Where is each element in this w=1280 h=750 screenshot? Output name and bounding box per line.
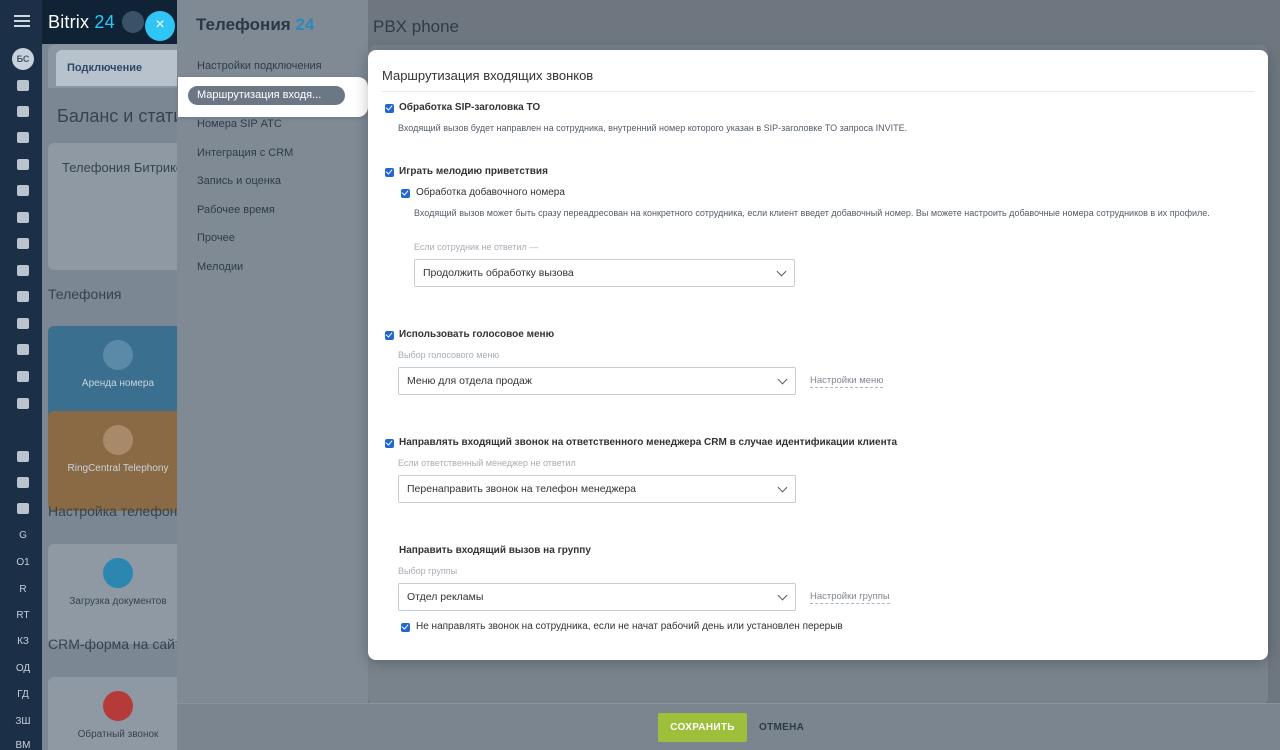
cancel-button[interactable]: ОТМЕНА [759,713,804,742]
target-icon[interactable] [17,106,29,117]
ivr-select[interactable]: Меню для отдела продаж [398,367,796,395]
chevron-down-icon [777,482,788,493]
extension-checkbox[interactable] [401,189,410,198]
close-slider-button[interactable]: × [145,11,175,41]
puzzle-icon[interactable] [17,159,29,170]
sip-header-checkbox[interactable] [385,104,394,113]
group-select-label: Выбор группы [398,566,458,576]
ivr-checkbox[interactable] [385,331,394,340]
settings-title: Телефония 24 [196,15,315,34]
tasks-icon[interactable] [17,185,29,196]
nav-melodies[interactable]: Мелодии [197,261,243,273]
routing-card: Маршрутизация входящих звонков Обработка… [368,50,1268,660]
sip-header-hint: Входящий вызов будет направлен на сотруд… [398,123,908,133]
contacts-icon[interactable] [17,371,29,382]
rail-group-g[interactable]: G [0,530,46,541]
home-icon[interactable] [17,80,29,91]
ivr-select-label: Выбор голосового меню [398,350,500,360]
nav-work-time[interactable]: Рабочее время [197,204,275,216]
rail-group-rt[interactable]: RT [0,610,46,621]
rail-group-vm[interactable]: ВМ [0,740,46,750]
tab-connection: Подключение [56,50,182,86]
avatar[interactable]: БС [12,48,34,70]
box-icon[interactable] [17,451,29,462]
rail-group-o1[interactable]: О1 [0,557,46,568]
save-button[interactable]: СОХРАНИТЬ [658,713,747,742]
rail-group-zsh[interactable]: ЗШ [0,716,46,727]
chevron-down-icon [776,266,787,277]
chat-icon[interactable] [17,212,29,223]
group-select[interactable]: Отдел рекламы [398,583,796,611]
market-icon[interactable] [17,477,29,488]
skip-break-label: Не направлять звонок на сотрудника, если… [416,621,843,632]
card-title: Маршрутизация входящих звонков [382,68,594,83]
cube-icon [103,425,133,455]
nav-recording[interactable]: Запись и оценка [197,175,281,187]
page-heading: PBX phone [373,17,460,36]
group-settings-link[interactable]: Настройки группы [810,591,890,604]
background-section-crm: CRM-форма на сайте [48,636,189,652]
robot-icon[interactable] [17,398,29,409]
users-icon[interactable] [17,344,29,355]
mail-icon[interactable] [17,318,29,329]
ivr-label: Использовать голосовое меню [399,329,555,340]
phone-icon [103,340,133,370]
cart-icon[interactable] [17,132,29,143]
nav-sip-numbers[interactable]: Номера SIP АТС [197,118,282,130]
tile-callback: Обратный звонок [48,677,182,750]
nav-routing[interactable]: Маршрутизация входя... [188,86,345,105]
extension-hint: Входящий вызов может быть сразу переадре… [414,208,1210,218]
tile-ringcentral: RingCentral Telephony [48,411,182,511]
calendar-icon[interactable] [17,238,29,249]
rail-group-r[interactable]: R [0,584,46,595]
ivr-settings-link[interactable]: Настройки меню [810,375,884,388]
chevron-down-icon [777,374,788,385]
document-icon[interactable] [17,265,29,276]
greeting-checkbox[interactable] [385,168,394,177]
code-icon[interactable] [17,503,29,514]
crm-manager-checkbox[interactable] [385,439,394,448]
rail-group-gd[interactable]: ГД [0,689,46,700]
drive-icon[interactable] [17,291,29,302]
extension-label: Обработка добавочного номера [416,187,565,198]
crm-manager-select-label: Если ответственный менеджер не ответил [398,458,576,468]
no-answer-select[interactable]: Продолжить обработку вызова [414,259,795,287]
tile-upload-docs: Загрузка документов [48,544,182,644]
sip-header-label: Обработка SIP-заголовка TO [399,102,541,113]
crm-manager-label: Направлять входящий звонок на ответствен… [399,437,898,448]
crm-manager-select[interactable]: Перенаправить звонок на телефон менеджер… [398,475,796,503]
chevron-down-icon [777,590,788,601]
greeting-label: Играть мелодию приветствия [399,166,548,177]
divider [382,91,1254,92]
background-section-phone: Телефония [48,286,122,302]
no-answer-label: Если сотрудник не ответил — [414,242,539,252]
portal-switch-icon[interactable] [122,11,144,33]
group-label: Направить входящий вызов на группу [399,545,591,556]
download-icon [103,558,133,588]
nav-crm-integration[interactable]: Интеграция с CRM [197,147,293,159]
portal-logo[interactable]: Bitrix 24 [48,12,115,33]
nav-connection-settings[interactable]: Настройки подключения [197,60,322,72]
rail-group-od[interactable]: ОД [0,663,46,674]
background-section-settings: Настройка телефонии [48,503,194,519]
menu-icon[interactable] [14,15,30,27]
nav-other[interactable]: Прочее [197,232,235,244]
left-rail: БС G О1 R RT КЗ ОД ГД ЗШ ВМ [0,0,42,750]
background-card: Телефония Битрикс24 [48,143,182,270]
skip-break-checkbox[interactable] [401,623,410,632]
callback-icon [103,691,133,721]
rail-group-kz[interactable]: КЗ [0,636,46,647]
